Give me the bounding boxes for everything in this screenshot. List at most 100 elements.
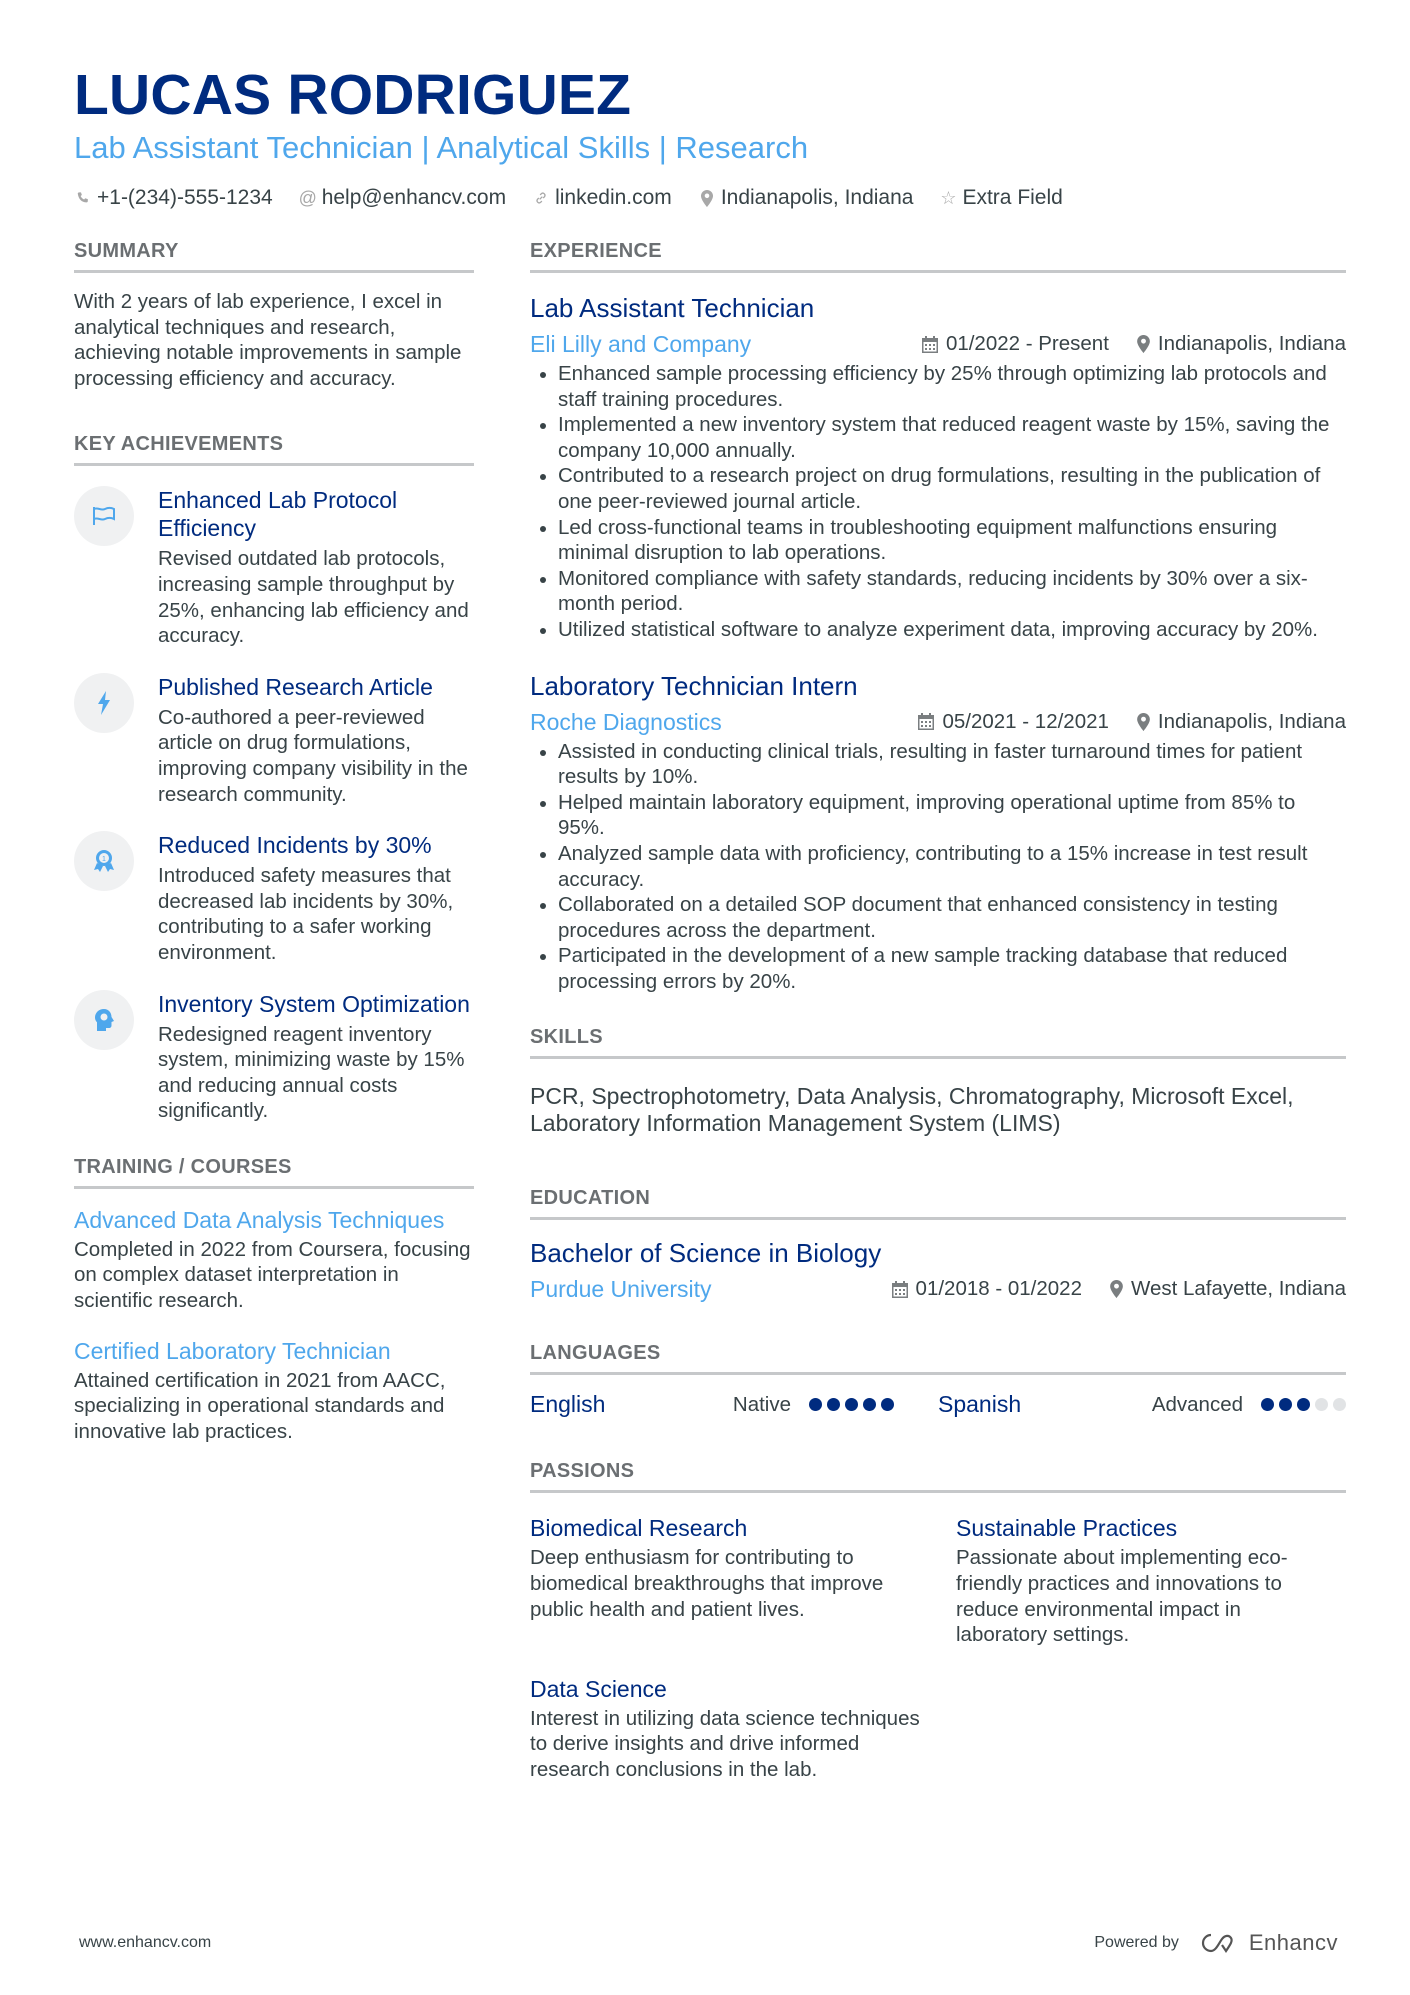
head-brain-icon <box>74 989 134 1050</box>
job-entry: Laboratory Technician Intern Roche Diagn… <box>530 669 1346 995</box>
passion-text: Interest in utilizing data science techn… <box>530 1706 920 1782</box>
rating-dot-empty <box>1333 1398 1346 1412</box>
rating-dot-filled <box>1261 1398 1274 1412</box>
candidate-name: LUCAS RODRIGUEZ <box>74 63 632 127</box>
language-item: Spanish Advanced <box>938 1391 1346 1418</box>
job-bullet: Led cross-functional teams in troublesho… <box>530 515 1346 566</box>
contact-phone-text: +1-(234)-555-1234 <box>97 186 273 209</box>
enhancv-brand-name: Enhancv <box>1248 1930 1338 1955</box>
job-entry: Lab Assistant Technician Eli Lilly and C… <box>530 291 1346 643</box>
job-location-text: Indianapolis, Indiana <box>1157 332 1346 355</box>
achievement-text: Introduced safety measures that decrease… <box>158 864 454 964</box>
skills-section: SKILLS PCR, Spectrophotometry, Data Anal… <box>530 1024 1346 1137</box>
language-name: English <box>530 1391 606 1418</box>
course-title: Certified Laboratory Technician <box>74 1337 391 1364</box>
language-level: Advanced <box>1151 1392 1243 1416</box>
achievement-item: Enhanced Lab Protocol Efficiency Revised… <box>74 486 474 648</box>
section-title-skills: SKILLS <box>530 1024 1346 1060</box>
calendar-icon <box>918 713 935 731</box>
achievement-title: Inventory System Optimization <box>158 990 470 1017</box>
language-rating <box>809 1398 894 1412</box>
section-title-education: EDUCATION <box>530 1185 1346 1221</box>
section-title-achievements: KEY ACHIEVEMENTS <box>74 431 474 467</box>
enhancv-logo-icon <box>1201 1933 1233 1953</box>
award-ribbon-icon: 1 <box>74 831 134 892</box>
passion-item: Sustainable Practices Passionate about i… <box>956 1513 1346 1647</box>
education-location: West Lafayette, Indiana <box>1110 1277 1346 1301</box>
job-location: Indianapolis, Indiana <box>1137 710 1346 734</box>
enhancv-logo[interactable]: Enhancv <box>1197 1930 1338 1956</box>
rating-dot-filled <box>1279 1398 1292 1412</box>
skills-list: PCR, Spectrophotometry, Data Analysis, C… <box>530 1083 1294 1137</box>
summary-section: SUMMARY With 2 years of lab experience, … <box>74 238 474 391</box>
passion-item: Biomedical Research Deep enthusiasm for … <box>530 1513 956 1647</box>
contact-location: Indianapolis, Indiana <box>698 184 914 212</box>
job-location: Indianapolis, Indiana <box>1137 332 1346 356</box>
course-item: Certified Laboratory Technician Attained… <box>74 1336 474 1445</box>
achievement-title: Reduced Incidents by 30% <box>158 832 432 859</box>
contact-location-text: Indianapolis, Indiana <box>720 186 914 209</box>
school-name: Purdue University <box>530 1276 712 1303</box>
achievement-text: Revised outdated lab protocols, increasi… <box>158 547 469 648</box>
job-bullets: Assisted in conducting clinical trials, … <box>530 739 1346 995</box>
language-rating <box>1261 1398 1346 1412</box>
location-pin-icon <box>1110 1280 1123 1299</box>
calendar-icon <box>921 335 938 353</box>
flag-icon <box>74 486 134 547</box>
passions-section: PASSIONS Biomedical Research Deep enthus… <box>530 1458 1346 1782</box>
job-dates-text: 01/2022 - Present <box>945 332 1109 355</box>
passion-title: Biomedical Research <box>530 1515 748 1542</box>
contact-email-text: help@enhancv.com <box>321 186 507 209</box>
contact-email[interactable]: @ help@enhancv.com <box>299 184 507 212</box>
star-icon: ☆ <box>940 188 957 208</box>
achievement-title: Enhanced Lab Protocol Efficiency <box>158 487 398 542</box>
page-footer: www.enhancv.com Powered by Enhancv <box>79 1930 1338 1956</box>
job-bullet: Assisted in conducting clinical trials, … <box>530 739 1346 790</box>
powered-by: Powered by Enhancv <box>1094 1930 1338 1956</box>
job-bullet: Monitored compliance with safety standar… <box>530 566 1346 617</box>
training-section: TRAINING / COURSES Advanced Data Analysi… <box>74 1154 474 1445</box>
course-text: Attained certification in 2021 from AACC… <box>74 1368 446 1443</box>
contact-linkedin-text: linkedin.com <box>555 186 672 209</box>
rating-dot-filled <box>1297 1398 1310 1412</box>
passion-item: Data Science Interest in utilizing data … <box>530 1674 956 1783</box>
contact-linkedin[interactable]: linkedin.com <box>532 184 672 212</box>
achievement-text: Co-authored a peer-reviewed article on d… <box>158 705 468 806</box>
calendar-icon <box>891 1280 908 1298</box>
course-title: Advanced Data Analysis Techniques <box>74 1206 445 1233</box>
lightning-bolt-icon <box>74 672 134 733</box>
education-dates: 01/2018 - 01/2022 <box>891 1277 1082 1301</box>
achievement-title: Published Research Article <box>158 673 433 700</box>
course-text: Completed in 2022 from Coursera, focusin… <box>74 1237 471 1313</box>
location-pin-icon <box>1137 335 1150 353</box>
rating-dot-empty <box>1315 1398 1328 1412</box>
location-pin-icon <box>1137 712 1150 731</box>
education-section: EDUCATION Bachelor of Science in Biology… <box>530 1185 1346 1304</box>
achievements-section: KEY ACHIEVEMENTS Enhanced Lab Protocol E… <box>74 431 474 1124</box>
language-level: Native <box>732 1392 791 1416</box>
powered-by-label: Powered by <box>1094 1934 1179 1951</box>
section-title-passions: PASSIONS <box>530 1458 1346 1494</box>
candidate-headline: Lab Assistant Technician | Analytical Sk… <box>74 130 809 165</box>
job-title: Laboratory Technician Intern <box>530 670 858 701</box>
job-bullet: Collaborated on a detailed SOP document … <box>530 892 1346 943</box>
section-title-summary: SUMMARY <box>74 238 474 273</box>
right-column: EXPERIENCE Lab Assistant Technician Eli … <box>530 238 1346 1823</box>
passion-text: Deep enthusiasm for contributing to biom… <box>530 1546 884 1621</box>
rating-dot-filled <box>827 1398 840 1412</box>
section-title-training: TRAINING / COURSES <box>74 1154 474 1189</box>
course-item: Advanced Data Analysis Techniques Comple… <box>74 1205 474 1314</box>
contact-phone[interactable]: +1-(234)-555-1234 <box>74 184 273 212</box>
job-dates-text: 05/2021 - 12/2021 <box>942 709 1109 733</box>
rating-dot-filled <box>863 1398 876 1412</box>
job-bullet: Implemented a new inventory system that … <box>530 412 1346 463</box>
company-name: Eli Lilly and Company <box>530 331 752 357</box>
link-icon <box>532 191 550 205</box>
contact-extra: ☆ Extra Field <box>939 184 1062 212</box>
job-bullet: Contributed to a research project on dru… <box>530 463 1346 514</box>
job-bullet: Utilized statistical software to analyze… <box>530 617 1346 643</box>
experience-section: EXPERIENCE Lab Assistant Technician Eli … <box>530 238 1346 994</box>
rating-dot-filled <box>881 1398 894 1412</box>
job-bullet: Helped maintain laboratory equipment, im… <box>530 790 1346 841</box>
footer-website-link[interactable]: www.enhancv.com <box>79 1934 211 1952</box>
